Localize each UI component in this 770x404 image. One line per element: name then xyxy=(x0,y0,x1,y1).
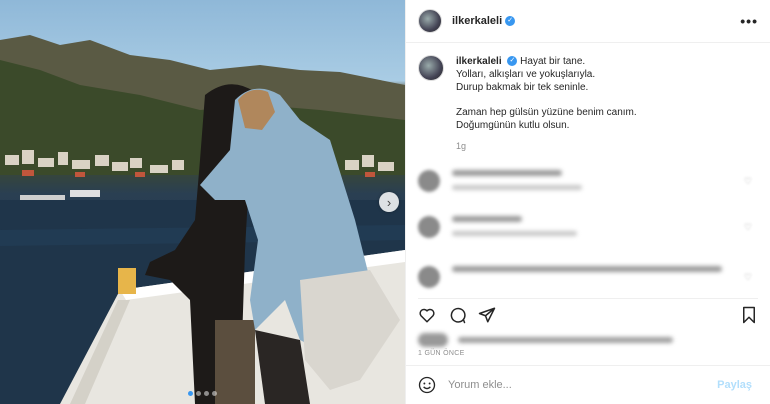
heart-icon[interactable] xyxy=(418,306,436,324)
carousel-next-button[interactable]: › xyxy=(379,192,399,212)
comment-like-icon[interactable]: ♡ xyxy=(744,176,752,187)
carousel-dot xyxy=(196,391,201,396)
post-age[interactable]: 1 GÜN ÖNCE xyxy=(418,350,465,357)
photo-illustration xyxy=(0,35,405,404)
chevron-right-icon: › xyxy=(386,194,392,210)
caption-line: Zaman hep gülsün yüzüne benim canım. xyxy=(456,107,637,118)
likers-avatars-redacted xyxy=(418,333,448,347)
post-sidebar: ilkerkaleli ✓ ••• ilkerkaleli ✓ Hayat bi… xyxy=(405,0,770,404)
comment-item: ♡ xyxy=(418,266,758,288)
post-caption: ilkerkaleli ✓ Hayat bir tane. Yolları, a… xyxy=(406,43,770,153)
verified-badge-icon: ✓ xyxy=(505,16,516,26)
comment-input[interactable] xyxy=(446,378,712,392)
post-header: ilkerkaleli ✓ ••• xyxy=(406,0,770,43)
comment-meta-redacted xyxy=(452,185,582,190)
comment-avatar[interactable] xyxy=(418,266,440,288)
comment-meta-redacted xyxy=(452,231,577,236)
caption-username[interactable]: ilkerkaleli xyxy=(456,56,502,67)
comment-like-icon[interactable]: ♡ xyxy=(744,222,752,233)
carousel-dot xyxy=(204,391,209,396)
comment-avatar[interactable] xyxy=(418,170,440,192)
bookmark-icon[interactable] xyxy=(740,306,758,324)
carousel-dot xyxy=(188,391,193,396)
caption-line: Doğumgünün kutlu olsun. xyxy=(456,120,570,131)
comment-avatar[interactable] xyxy=(418,216,440,238)
add-comment-bar: Paylaş xyxy=(406,365,770,404)
caption-line: Hayat bir tane. xyxy=(520,56,586,67)
comment-item: ♡ xyxy=(418,216,758,238)
caption-timestamp[interactable]: 1g xyxy=(456,140,637,153)
comment-item: ♡ xyxy=(418,170,758,192)
comment-like-icon[interactable]: ♡ xyxy=(744,272,752,283)
comment-text-redacted xyxy=(452,266,722,272)
comment-text-redacted xyxy=(452,216,522,222)
emoji-icon[interactable] xyxy=(418,376,436,394)
comment-text-redacted xyxy=(452,170,562,176)
post-photo[interactable]: › xyxy=(0,0,405,404)
instagram-post-modal: › ilkerkaleli ✓ ••• ilkerkaleli ✓ Hayat … xyxy=(0,0,770,404)
action-bar xyxy=(418,298,758,327)
comment-icon[interactable] xyxy=(448,306,466,324)
caption-line: Yolları, alkışları ve yokuşlarıyla. xyxy=(456,69,596,80)
verified-badge-icon: ✓ xyxy=(507,56,518,67)
avatar[interactable] xyxy=(418,9,442,33)
more-options-icon[interactable]: ••• xyxy=(740,13,758,29)
likes-text-redacted xyxy=(458,337,673,343)
caption-avatar[interactable] xyxy=(418,55,444,81)
caption-line: Durup bakmak bir tek seninle. xyxy=(456,82,589,93)
post-comment-button[interactable]: Paylaş xyxy=(711,378,758,392)
carousel-indicator xyxy=(0,391,405,396)
carousel-dot xyxy=(212,391,217,396)
username-link[interactable]: ilkerkaleli xyxy=(452,15,502,27)
likes-summary[interactable] xyxy=(418,333,673,347)
share-icon[interactable] xyxy=(478,306,496,324)
